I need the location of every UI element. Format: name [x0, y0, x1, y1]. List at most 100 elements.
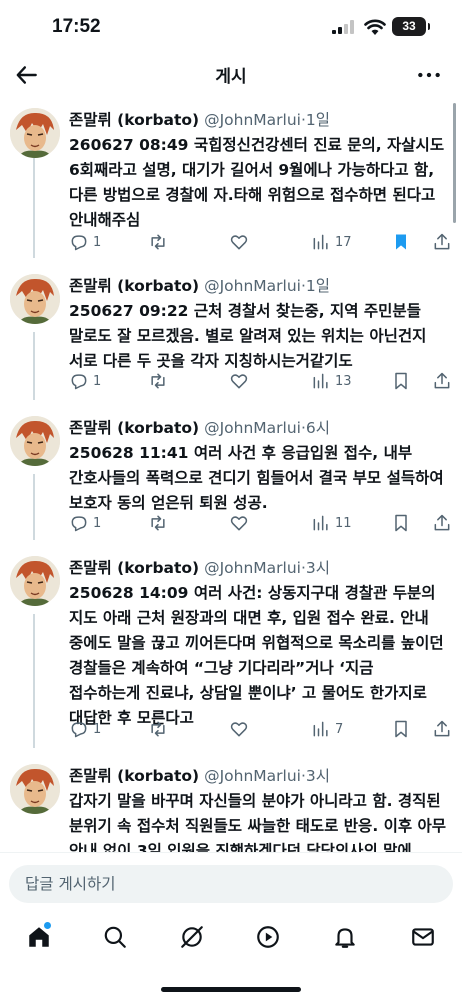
bookmark-button[interactable]	[391, 718, 411, 740]
notifications-icon[interactable]	[332, 924, 358, 950]
like-button[interactable]	[229, 370, 249, 392]
tweet-actions: 1 7	[69, 718, 457, 742]
views-chart-icon	[313, 515, 328, 531]
repost-button[interactable]	[148, 231, 168, 253]
author-name[interactable]: 존말뤼 (korbato)	[69, 111, 199, 129]
avatar[interactable]	[10, 108, 60, 158]
author-name[interactable]: 존말뤼 (korbato)	[69, 277, 199, 295]
avatar-illustration-icon	[10, 556, 60, 606]
repost-button[interactable]	[148, 370, 168, 392]
search-icon[interactable]	[102, 924, 128, 950]
reply-button[interactable]: 1	[69, 512, 101, 534]
author-name[interactable]: 존말뤼 (korbato)	[69, 419, 199, 437]
status-time: 17:52	[52, 16, 101, 37]
like-button[interactable]	[229, 231, 249, 253]
bookmark-icon	[395, 720, 407, 738]
reply-button[interactable]: 1	[69, 231, 101, 253]
thread-feed[interactable]: 존말뤼 (korbato) @JohnMarlui·1일 260627 08:4…	[0, 100, 462, 852]
views-count: 13	[335, 373, 352, 389]
tweet-time[interactable]: 6시	[306, 419, 330, 437]
avatar[interactable]	[10, 556, 60, 606]
author-handle[interactable]: @JohnMarlui	[204, 767, 301, 785]
tweet-actions: 1 17	[69, 231, 457, 255]
tweet-header: 존말뤼 (korbato) @JohnMarlui·3시	[69, 556, 449, 578]
repost-button[interactable]	[148, 718, 168, 740]
bookmark-icon	[395, 372, 407, 390]
author-handle[interactable]: @JohnMarlui	[204, 419, 301, 437]
bookmark-icon	[395, 514, 407, 532]
reply-count: 1	[93, 515, 102, 531]
tweet-actions: 1 11	[69, 512, 457, 536]
repost-icon	[151, 721, 165, 737]
views-count: 7	[335, 721, 344, 737]
reply-composer: 답글 게시하기	[0, 852, 462, 915]
grok-icon[interactable]	[179, 924, 205, 950]
tweet[interactable]: 존말뤼 (korbato) @JohnMarlui·3시 250628 14:0…	[0, 556, 462, 746]
tweet-header: 존말뤼 (korbato) @JohnMarlui·1일	[69, 108, 449, 130]
like-button[interactable]	[229, 718, 249, 740]
reply-button[interactable]: 1	[69, 370, 101, 392]
share-button[interactable]	[432, 231, 452, 253]
author-name[interactable]: 존말뤼 (korbato)	[69, 767, 199, 785]
author-handle[interactable]: @JohnMarlui	[204, 111, 301, 129]
tweet-header: 존말뤼 (korbato) @JohnMarlui·6시	[69, 416, 449, 438]
like-button[interactable]	[229, 512, 249, 534]
tweet-time[interactable]: 3시	[306, 767, 330, 785]
author-handle[interactable]: @JohnMarlui	[204, 559, 301, 577]
share-button[interactable]	[432, 718, 452, 740]
repost-button[interactable]	[148, 512, 168, 534]
views-count: 11	[335, 515, 352, 531]
home-indicator	[161, 987, 301, 992]
tweet-text: 250628 11:41 여러 사건 후 응급입원 접수, 내부 간호사들의 폭…	[69, 444, 444, 512]
scrollbar[interactable]	[453, 103, 456, 223]
tweet-actions: 1 13	[69, 370, 457, 394]
views-count: 17	[335, 234, 352, 250]
author-name[interactable]: 존말뤼 (korbato)	[69, 559, 199, 577]
share-icon	[434, 720, 450, 737]
post-header: 게시	[0, 56, 462, 94]
share-icon	[434, 372, 450, 389]
home-notification-dot	[44, 922, 51, 929]
tweet[interactable]: 존말뤼 (korbato) @JohnMarlui·6시 250628 11:4…	[0, 416, 462, 546]
tweet-text: 260627 08:49 국힙정신건강센터 진료 문의, 자살시도 6회째라고 …	[69, 136, 445, 229]
reply-count: 1	[93, 234, 102, 250]
avatar[interactable]	[10, 764, 60, 814]
tweet-text: 250628 14:09 여러 사건: 상동지구대 경찰관 두분의 지도 아래 …	[69, 584, 444, 727]
avatar[interactable]	[10, 416, 60, 466]
views-chart-icon	[313, 721, 328, 737]
reply-button[interactable]: 1	[69, 718, 101, 740]
reply-input[interactable]: 답글 게시하기	[9, 865, 453, 903]
share-button[interactable]	[432, 370, 452, 392]
tweet-time[interactable]: 1일	[306, 111, 330, 129]
repost-icon	[151, 373, 165, 389]
bookmark-button[interactable]	[391, 370, 411, 392]
tweet-time[interactable]: 3시	[306, 559, 330, 577]
author-handle[interactable]: @JohnMarlui	[204, 277, 301, 295]
reply-icon	[71, 722, 87, 738]
heart-icon	[230, 374, 248, 389]
reply-count: 1	[93, 373, 102, 389]
tweet-text: 갑자기 말을 바꾸며 자신들의 분야가 아니라고 함. 경직된 분위기 속 접수…	[69, 792, 447, 852]
tweet[interactable]: 존말뤼 (korbato) @JohnMarlui·1일 260627 08:4…	[0, 108, 462, 258]
tweet[interactable]: 존말뤼 (korbato) @JohnMarlui·3시 갑자기 말을 바꾸며 …	[0, 764, 462, 852]
share-button[interactable]	[432, 512, 452, 534]
tweet-time[interactable]: 1일	[306, 277, 330, 295]
page-title: 게시	[215, 67, 247, 87]
status-bar: 17:52 33	[0, 0, 462, 56]
avatar-illustration-icon	[10, 274, 60, 324]
repost-icon	[151, 515, 165, 531]
heart-icon	[230, 516, 248, 531]
avatar[interactable]	[10, 274, 60, 324]
share-icon	[434, 514, 450, 531]
more-options-icon[interactable]	[416, 62, 442, 88]
views-button[interactable]: 11	[311, 512, 352, 534]
reply-icon	[71, 235, 87, 251]
bookmark-button[interactable]	[391, 512, 411, 534]
video-icon[interactable]	[255, 924, 281, 950]
views-button[interactable]: 13	[311, 370, 352, 392]
messages-icon[interactable]	[410, 924, 436, 950]
views-button[interactable]: 17	[311, 231, 352, 253]
tweet[interactable]: 존말뤼 (korbato) @JohnMarlui·1일 250627 09:2…	[0, 274, 462, 404]
views-button[interactable]: 7	[311, 718, 343, 740]
bookmark-button[interactable]	[391, 231, 411, 253]
